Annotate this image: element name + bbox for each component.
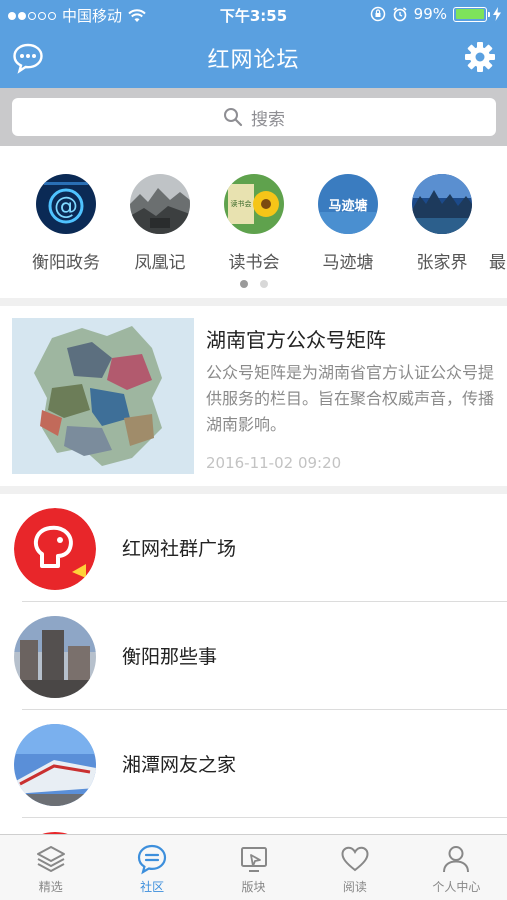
- category-item-hengyang-gov[interactable]: @ 衡阳政务: [19, 174, 113, 273]
- category-item-fenghuangji[interactable]: 凤凰记: [113, 174, 207, 273]
- category-avatar: 马迹塘: [318, 174, 378, 234]
- tab-label: 社区: [140, 880, 165, 894]
- status-right: 99%: [370, 5, 501, 23]
- category-label: 凤凰记: [134, 253, 186, 273]
- category-item-majitang[interactable]: 马迹塘 马迹塘: [301, 174, 395, 273]
- battery-percent: 99%: [413, 5, 447, 23]
- reading-club-badge-text: 读书会: [231, 199, 252, 208]
- featured-description: 公众号矩阵是为湖南省官方认证公众号提供服务的栏目。旨在聚合权威声音，传播湖南影响…: [206, 363, 495, 434]
- tab-label: 精选: [38, 880, 63, 894]
- tab-bar: 精选 社区 版块 阅读 个人中心: [0, 834, 507, 900]
- status-bar: 中国移动 下午3:55 99%: [0, 0, 507, 30]
- tab-community[interactable]: 社区: [101, 835, 202, 900]
- search-placeholder: 搜索: [251, 109, 285, 130]
- svg-text:@: @: [54, 192, 78, 220]
- list-item[interactable]: 衡阳那些事: [0, 602, 507, 710]
- nav-bar: 红网论坛: [0, 30, 507, 88]
- tab-label: 阅读: [342, 880, 367, 894]
- tab-profile[interactable]: 个人中心: [406, 835, 507, 900]
- carousel-pager: [0, 280, 507, 288]
- rotation-lock-icon: [370, 6, 385, 22]
- pager-dot[interactable]: [259, 280, 268, 288]
- list-item[interactable]: 红网社群广场: [0, 494, 507, 602]
- heart-icon: [341, 846, 369, 872]
- category-label: 马迹塘: [322, 253, 374, 273]
- gear-icon[interactable]: [463, 40, 497, 74]
- list-item-avatar: [14, 724, 96, 806]
- featured-card[interactable]: 湖南官方公众号矩阵 公众号矩阵是为湖南省官方认证公众号提供服务的栏目。旨在聚合权…: [0, 306, 507, 486]
- category-label: 最: [489, 253, 506, 273]
- search-bar: 搜索: [0, 88, 507, 146]
- board-icon: [240, 847, 267, 872]
- layers-icon: [36, 846, 65, 872]
- category-avatar: [130, 174, 190, 234]
- category-label: 张家界: [416, 253, 468, 273]
- person-icon: [443, 846, 470, 873]
- list-item[interactable]: 湘潭网友之家: [0, 710, 507, 818]
- majitang-badge-text: 马迹塘: [328, 198, 367, 214]
- category-label: 衡阳政务: [32, 253, 100, 273]
- category-carousel: @ 衡阳政务 凤凰记 读书会 读书会 马迹塘 马迹塘 张家界 最: [0, 146, 507, 298]
- category-avatar: @: [36, 174, 96, 234]
- list-item-avatar: [14, 616, 96, 698]
- page-title: 红网论坛: [207, 48, 300, 73]
- charging-icon: [493, 7, 501, 21]
- featured-title: 湖南官方公众号矩阵: [206, 328, 386, 352]
- tab-boards[interactable]: 版块: [203, 835, 304, 900]
- list-item-label: 衡阳那些事: [122, 646, 218, 668]
- battery-icon: [453, 6, 490, 22]
- category-label: 读书会: [228, 253, 280, 273]
- battery-fill: [455, 9, 485, 19]
- list-item-label: 红网社群广场: [122, 538, 237, 560]
- tab-featured[interactable]: 精选: [0, 835, 101, 900]
- tab-reading[interactable]: 阅读: [304, 835, 405, 900]
- category-item-reading-club[interactable]: 读书会 读书会: [207, 174, 301, 273]
- forum-list: 红网社群广场 衡阳那些事 湘潭网友之家: [0, 494, 507, 834]
- list-item-label: 湘潭网友之家: [122, 754, 237, 776]
- pager-dot[interactable]: [239, 280, 248, 288]
- list-item-partial[interactable]: [0, 818, 507, 834]
- featured-timestamp: 2016-11-02 09:20: [206, 454, 342, 472]
- category-avatar: 读书会: [224, 174, 284, 234]
- category-avatar: [412, 174, 472, 234]
- category-item-zhangjiajie[interactable]: 张家界: [395, 174, 489, 273]
- featured-image: [12, 318, 194, 474]
- alarm-icon: [393, 7, 407, 22]
- search-icon: [224, 108, 243, 127]
- list-item-avatar: [14, 508, 96, 590]
- app-header: 中国移动 下午3:55 99% 红网论坛: [0, 0, 507, 88]
- search-input[interactable]: 搜索: [12, 98, 496, 136]
- tab-label: 个人中心: [432, 880, 481, 894]
- chat-bubble-icon: [138, 844, 167, 875]
- tab-label: 版块: [241, 880, 266, 894]
- category-item-partial[interactable]: 最: [489, 174, 507, 273]
